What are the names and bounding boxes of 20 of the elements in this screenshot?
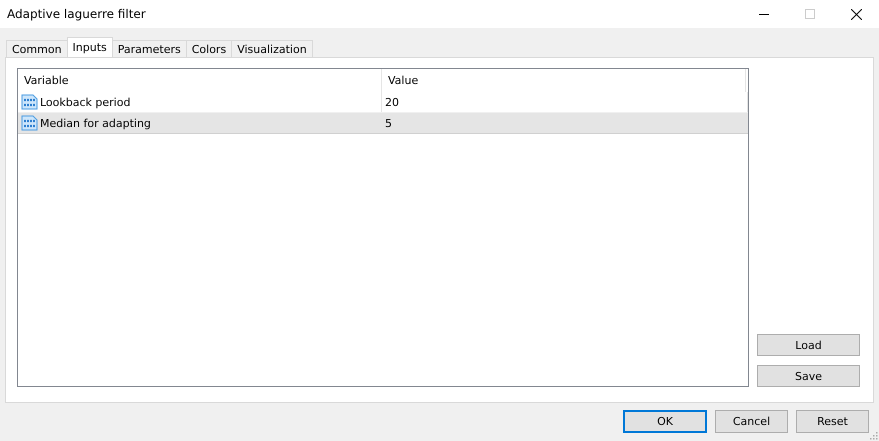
table-cell: Median for adapting [40, 116, 151, 130]
table-row[interactable]: Median for adapting 5 [18, 113, 748, 134]
dialog-button[interactable]: OK [623, 410, 707, 433]
close-icon[interactable] [850, 8, 862, 20]
window-title: Adaptive laguerre filter [7, 7, 147, 21]
dialog-button[interactable]: Reset [796, 410, 869, 433]
table-cell: Lookback period [40, 96, 130, 108]
side-button[interactable]: Load [757, 334, 860, 356]
column-header[interactable]: Value [382, 69, 746, 92]
dialog-button[interactable]: Cancel [715, 410, 788, 433]
number-icon [21, 115, 38, 131]
tab[interactable]: Common [6, 40, 68, 57]
table-cell: 5 [385, 116, 392, 130]
resize-grip-icon[interactable] [869, 431, 878, 440]
number-icon [21, 94, 38, 110]
tab[interactable]: Inputs [66, 37, 113, 57]
tab[interactable]: Visualization [231, 40, 313, 57]
side-button[interactable]: Save [757, 365, 860, 387]
table-cell: 20 [385, 96, 399, 108]
column-header[interactable]: Variable [18, 69, 382, 92]
